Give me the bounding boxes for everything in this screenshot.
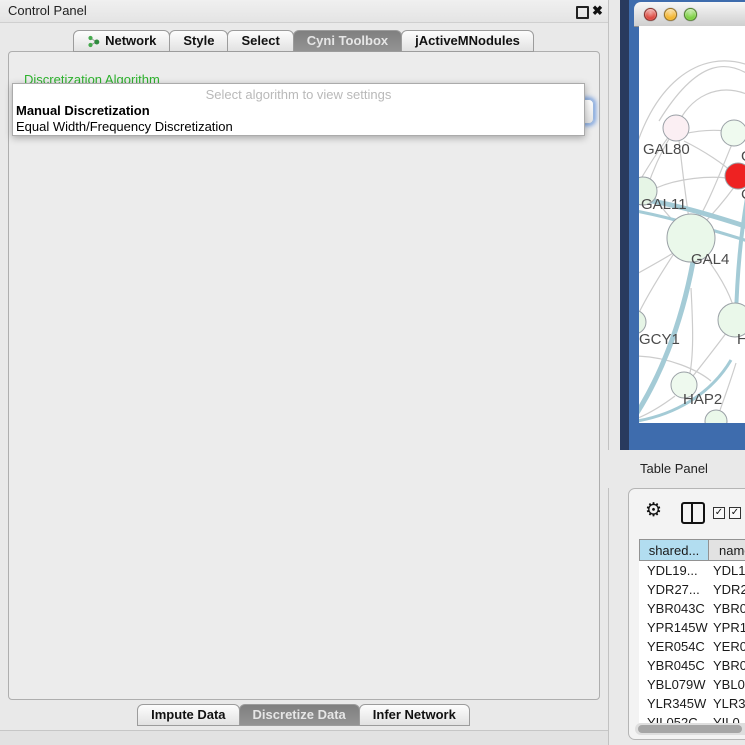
node-label: GAL4: [691, 251, 729, 268]
node-label: H: [737, 331, 745, 348]
algorithm-dropdown-popup: Select algorithm to view settings Manual…: [12, 83, 585, 136]
tab-content-panel: [8, 51, 600, 700]
cell-shared-name[interactable]: YBR043C: [639, 599, 709, 618]
table-header-row: shared... name: [639, 539, 745, 561]
network-node[interactable]: [705, 410, 727, 423]
zoom-traffic-light[interactable]: [684, 8, 697, 21]
tab-select[interactable]: Select: [227, 30, 293, 52]
cell-name[interactable]: YIL0: [709, 713, 740, 723]
control-panel-titlebar: Control Panel ✖: [0, 0, 608, 23]
cell-shared-name[interactable]: YDR27...: [639, 580, 709, 599]
table-row[interactable]: YDR27...YDR2: [639, 580, 745, 599]
node-label: GCY1: [639, 331, 680, 348]
table-row[interactable]: YIL052CYIL0: [639, 713, 745, 723]
column-header-shared-name[interactable]: shared...: [639, 539, 709, 561]
top-tab-bar: Network Style Select Cyni Toolbox jActiveMNo…: [0, 30, 608, 52]
cell-name[interactable]: YLR3: [709, 694, 745, 713]
cell-shared-name[interactable]: YPR145W: [639, 618, 709, 637]
window-frame-edge: [620, 0, 629, 450]
tab-label: Style: [183, 31, 214, 51]
dropdown-option-equal-width-frequency[interactable]: Equal Width/Frequency Discretization: [16, 119, 233, 134]
cell-shared-name[interactable]: YLR345W: [639, 694, 709, 713]
node-label: G.: [741, 148, 745, 165]
gear-icon[interactable]: ⚙: [645, 499, 662, 521]
bottom-strip: [0, 730, 608, 745]
table-horizontal-scrollbar[interactable]: [635, 723, 745, 735]
tab-discretize-data[interactable]: Discretize Data: [239, 704, 360, 726]
cell-name[interactable]: YBR0: [709, 656, 745, 675]
close-icon[interactable]: ✖: [592, 3, 603, 19]
network-edge[interactable]: [639, 246, 679, 321]
network-window-titlebar[interactable]: [634, 2, 745, 27]
network-edge[interactable]: [718, 363, 736, 416]
tab-label: jActiveMNodules: [415, 31, 520, 51]
cell-shared-name[interactable]: YDL19...: [639, 561, 709, 580]
application-window: Control Panel ✖ Network Style Select Cyni T…: [0, 0, 745, 745]
network-view-canvas[interactable]: GAL80 G. GAL11 C GAL4 GCY1 H HAP2: [639, 26, 745, 423]
cell-name[interactable]: YDR2: [709, 580, 745, 599]
tab-network[interactable]: Network: [73, 30, 170, 52]
tab-infer-network[interactable]: Infer Network: [359, 704, 470, 726]
cell-shared-name[interactable]: YBL079W: [639, 675, 709, 694]
split-view-icon[interactable]: [681, 502, 705, 524]
tab-label: Impute Data: [151, 705, 225, 725]
node-label: HAP2: [683, 391, 722, 408]
table-row[interactable]: YLR345WYLR3: [639, 694, 745, 713]
table-row[interactable]: YDL19...YDL1: [639, 561, 745, 580]
table-row[interactable]: YER054CYER0: [639, 637, 745, 656]
table-panel-header: Table Panel: [608, 450, 745, 488]
cell-name[interactable]: YER0: [709, 637, 745, 656]
network-node[interactable]: [663, 115, 689, 141]
tab-cyni-toolbox[interactable]: Cyni Toolbox: [293, 30, 402, 52]
cell-name[interactable]: YDL1: [709, 561, 745, 580]
tab-label: Discretize Data: [253, 705, 346, 725]
cell-shared-name[interactable]: YER054C: [639, 637, 709, 656]
table-row[interactable]: YBR043CYBR0: [639, 599, 745, 618]
tab-label: Infer Network: [373, 705, 456, 725]
cell-name[interactable]: YBR0: [709, 599, 745, 618]
cell-name[interactable]: YBL0: [709, 675, 745, 694]
dropdown-option-manual-discretization[interactable]: Manual Discretization: [16, 103, 150, 118]
table-row[interactable]: YBL079WYBL0: [639, 675, 745, 694]
cell-shared-name[interactable]: YBR045C: [639, 656, 709, 675]
bottom-tab-bar: Impute Data Discretize Data Infer Network: [0, 704, 608, 726]
tab-jactivemnodules[interactable]: jActiveMNodules: [401, 30, 534, 52]
column-header-name[interactable]: name: [708, 539, 745, 561]
node-label: C: [741, 186, 745, 203]
node-label: GAL11: [641, 196, 687, 213]
network-icon: [87, 35, 100, 48]
cell-name[interactable]: YPR1: [709, 618, 745, 637]
panel-title: Control Panel: [8, 3, 87, 18]
tab-style[interactable]: Style: [169, 30, 228, 52]
network-edge[interactable]: [659, 66, 745, 121]
table-panel-title: Table Panel: [640, 461, 708, 476]
cell-shared-name[interactable]: YIL052C: [639, 713, 709, 723]
node-label: GAL80: [643, 141, 690, 158]
control-panel: Control Panel ✖ Network Style Select Cyni T…: [0, 0, 609, 745]
close-traffic-light[interactable]: [644, 8, 657, 21]
checkbox-icon[interactable]: ✓: [729, 507, 741, 519]
checkbox-icon[interactable]: ✓: [713, 507, 725, 519]
table-rows: YDL19...YDL1YDR27...YDR2YBR043CYBR0YPR14…: [639, 561, 745, 723]
minimize-traffic-light[interactable]: [664, 8, 677, 21]
table-panel: ⚙ ✓ ✓ shared... name YDL19...YDL1YDR27..…: [628, 488, 745, 740]
table-row[interactable]: YPR145WYPR1: [639, 618, 745, 637]
float-window-icon[interactable]: [576, 6, 589, 19]
network-node[interactable]: [721, 120, 745, 146]
table-row[interactable]: YBR045CYBR0: [639, 656, 745, 675]
tab-label: Network: [105, 31, 156, 51]
tab-label: Select: [241, 31, 279, 51]
scrollbar-thumb[interactable]: [638, 725, 742, 733]
tab-impute-data[interactable]: Impute Data: [137, 704, 239, 726]
network-edge[interactable]: [689, 288, 693, 378]
tab-label: Cyni Toolbox: [307, 31, 388, 51]
dropdown-placeholder: Select algorithm to view settings: [13, 87, 584, 102]
